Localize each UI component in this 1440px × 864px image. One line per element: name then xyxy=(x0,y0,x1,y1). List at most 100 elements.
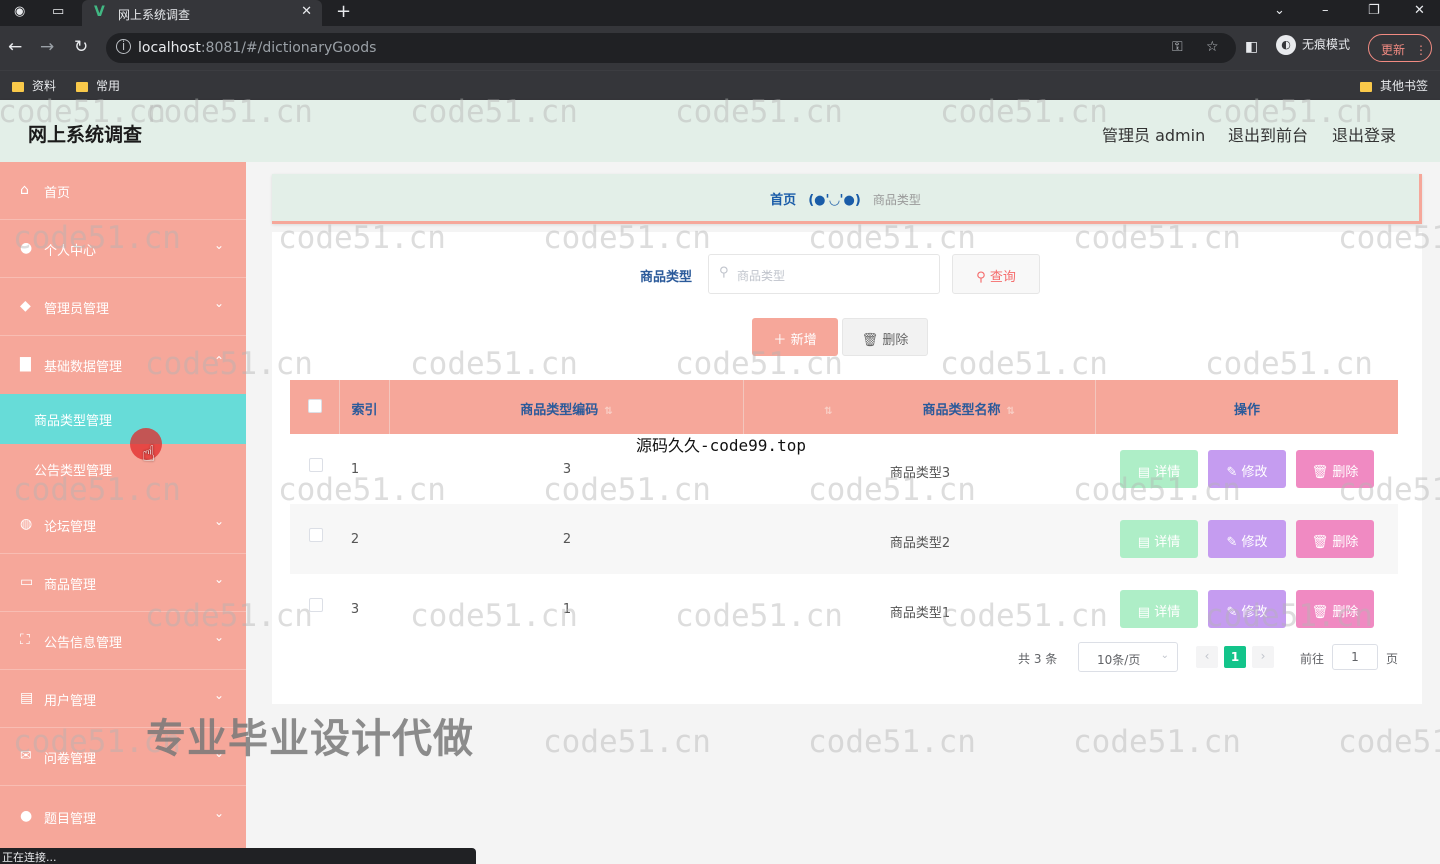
chevron-up-icon: ⌃ xyxy=(213,354,224,368)
bookmarks-bar: 资料 常用 其他书签 xyxy=(0,70,1440,100)
chevron-down-icon: ⌄ xyxy=(213,572,224,586)
to-front-link[interactable]: 退出到前台 xyxy=(1228,122,1308,146)
incognito-icon: ◐ xyxy=(1276,35,1296,55)
sidebar-item-personal[interactable]: ● 个人中心 ⌄ xyxy=(0,220,246,278)
sidebar-item-goods[interactable]: ▭ 商品管理 ⌄ xyxy=(0,554,246,612)
forward-icon[interactable]: → xyxy=(40,37,54,57)
address-bar[interactable]: i localhost:8081/#/dictionaryGoods ⚿ ☆ xyxy=(106,33,1236,63)
batch-delete-button[interactable]: 🗑 删除 xyxy=(842,318,928,356)
close-window-icon[interactable]: ✕ xyxy=(1414,3,1425,18)
sort-icon[interactable]: ⇅ xyxy=(824,406,832,417)
restore-icon[interactable]: ❐ xyxy=(1368,3,1380,18)
bookmark-folder-changyong[interactable]: 常用 xyxy=(76,77,120,94)
url-text[interactable]: localhost:8081/#/dictionaryGoods xyxy=(138,40,376,56)
question-icon: ● xyxy=(20,808,33,824)
row-checkbox[interactable] xyxy=(309,528,323,542)
key-icon[interactable]: ⚿ xyxy=(1172,39,1183,55)
table-row: 2 2 商品类型2 ▤ 详情 ✎ 修改 🗑 删除 xyxy=(290,504,1398,574)
site-info-icon[interactable]: i xyxy=(116,39,131,54)
table-row: 1 3 商品类型3 ▤ 详情 ✎ 修改 🗑 删除 xyxy=(290,434,1398,504)
delete-button[interactable]: 🗑 删除 xyxy=(1296,450,1374,488)
query-button[interactable]: ⚲ 查询 xyxy=(952,254,1040,294)
other-bookmarks[interactable]: 其他书签 xyxy=(1360,77,1428,94)
forum-icon: ◍ xyxy=(20,516,33,532)
browser-tabbar: ◉ ▭ V 网上系统调查 ✕ + ⌄ – ❐ ✕ xyxy=(0,0,1440,26)
browser-tab[interactable]: V 网上系统调查 ✕ xyxy=(82,0,322,26)
sidebar-item-notice-type[interactable]: 公告类型管理 xyxy=(0,444,246,494)
trash-icon: 🗑 xyxy=(1311,465,1329,480)
row-checkbox-cell xyxy=(306,504,326,574)
breadcrumb-emoticon: (●'◡'●) xyxy=(808,193,861,208)
detail-button[interactable]: ▤ 详情 xyxy=(1120,450,1198,488)
sidebar-item-home[interactable]: ⌂ 首页 xyxy=(0,162,246,220)
prev-page-icon[interactable]: ‹ xyxy=(1196,646,1218,668)
back-icon[interactable]: ← xyxy=(8,37,22,57)
browser-menu-icon[interactable]: ◉ xyxy=(14,4,25,19)
plus-icon: ＋ xyxy=(773,333,787,348)
bookmark-star-icon[interactable]: ☆ xyxy=(1206,39,1219,55)
edit-icon: ✎ xyxy=(1226,535,1238,550)
edit-icon: ✎ xyxy=(1226,465,1238,480)
row-checkbox[interactable] xyxy=(309,458,323,472)
sort-icon[interactable]: ⇅ xyxy=(604,406,612,417)
trash-icon: 🗑 xyxy=(861,333,879,348)
user-icon: ● xyxy=(20,240,33,256)
chevron-down-icon: ⌄ xyxy=(213,630,224,644)
reload-icon[interactable]: ↻ xyxy=(74,37,88,57)
logout-link[interactable]: 退出登录 xyxy=(1332,122,1396,146)
minimize-icon[interactable]: – xyxy=(1322,3,1329,18)
page-size-select[interactable]: 10条/页 ⌄ xyxy=(1078,642,1178,672)
new-tab-icon[interactable]: + xyxy=(336,1,351,22)
sidebar-item-base-data[interactable]: ▇ 基础数据管理 ⌃ xyxy=(0,336,246,394)
tab-close-icon[interactable]: ✕ xyxy=(301,4,312,19)
sidebar-item-forum[interactable]: ◍ 论坛管理 ⌄ xyxy=(0,496,246,554)
delete-button[interactable]: 🗑 删除 xyxy=(1296,590,1374,628)
window-icon[interactable]: ▭ xyxy=(52,4,64,19)
edit-button[interactable]: ✎ 修改 xyxy=(1208,450,1286,488)
app-title: 网上系统调查 xyxy=(28,124,143,146)
cell-code: 2 xyxy=(562,532,572,547)
search-input[interactable]: ⚲ 商品类型 xyxy=(708,254,940,294)
edit-button[interactable]: ✎ 修改 xyxy=(1208,520,1286,558)
sidebar-item-question[interactable]: ● 题目管理 ⌄ xyxy=(0,788,246,846)
sidebar-item-users[interactable]: ▤ 用户管理 ⌄ xyxy=(0,670,246,728)
table-header: 索引 商品类型编码 ⇅ ⇅ 商品类型名称 ⇅ 操作 xyxy=(290,380,1398,434)
cell-name: 商品类型1 xyxy=(889,606,951,621)
document-icon: ▤ xyxy=(1137,535,1151,550)
document-icon: ▤ xyxy=(1137,465,1151,480)
delete-button[interactable]: 🗑 删除 xyxy=(1296,520,1374,558)
sidebar-item-survey[interactable]: ✉ 问卷管理 ⌄ xyxy=(0,728,246,786)
table-row: 3 1 商品类型1 ▤ 详情 ✎ 修改 🗑 删除 xyxy=(290,574,1398,644)
sidebar-item-goods-type[interactable]: 商品类型管理 xyxy=(0,394,246,444)
vue-favicon-icon: V xyxy=(94,4,105,20)
next-page-icon[interactable]: › xyxy=(1252,646,1274,668)
bookmark-folder-ziliao[interactable]: 资料 xyxy=(12,77,56,94)
tab-search-icon[interactable]: ⌄ xyxy=(1274,3,1285,18)
detail-button[interactable]: ▤ 详情 xyxy=(1120,520,1198,558)
edit-button[interactable]: ✎ 修改 xyxy=(1208,590,1286,628)
document-icon: ▤ xyxy=(1137,605,1151,620)
th-ops: 操作 xyxy=(1233,403,1260,418)
sidebar-item-admin[interactable]: ◆ 管理员管理 ⌄ xyxy=(0,278,246,336)
sidepanel-icon[interactable]: ◧ xyxy=(1245,39,1258,55)
select-all-checkbox[interactable] xyxy=(307,399,322,413)
row-checkbox[interactable] xyxy=(309,598,323,612)
edit-icon: ✎ xyxy=(1226,605,1238,620)
sidebar-item-notice[interactable]: ⛶ 公告信息管理 ⌄ xyxy=(0,612,246,670)
cell-code: 3 xyxy=(562,462,572,477)
tab-title: 网上系统调查 xyxy=(118,8,191,22)
add-button[interactable]: ＋ 新增 xyxy=(752,318,838,356)
page-number-current[interactable]: 1 xyxy=(1224,646,1246,668)
goto-page-input[interactable]: 1 xyxy=(1332,644,1378,670)
update-button[interactable]: 更新 ⋮ xyxy=(1368,34,1432,62)
cell-code: 1 xyxy=(562,602,572,617)
book-icon: ▇ xyxy=(20,356,31,372)
detail-button[interactable]: ▤ 详情 xyxy=(1120,590,1198,628)
breadcrumb-home[interactable]: 首页 xyxy=(770,193,796,208)
th-name[interactable]: ⇅ 商品类型名称 ⇅ xyxy=(744,380,1096,434)
th-index: 索引 xyxy=(340,380,390,434)
th-code[interactable]: 商品类型编码 ⇅ xyxy=(390,380,744,434)
sort-icon[interactable]: ⇅ xyxy=(1007,406,1015,417)
incognito-indicator[interactable]: ◐ 无痕模式 xyxy=(1276,35,1350,55)
survey-icon: ✉ xyxy=(20,748,32,764)
